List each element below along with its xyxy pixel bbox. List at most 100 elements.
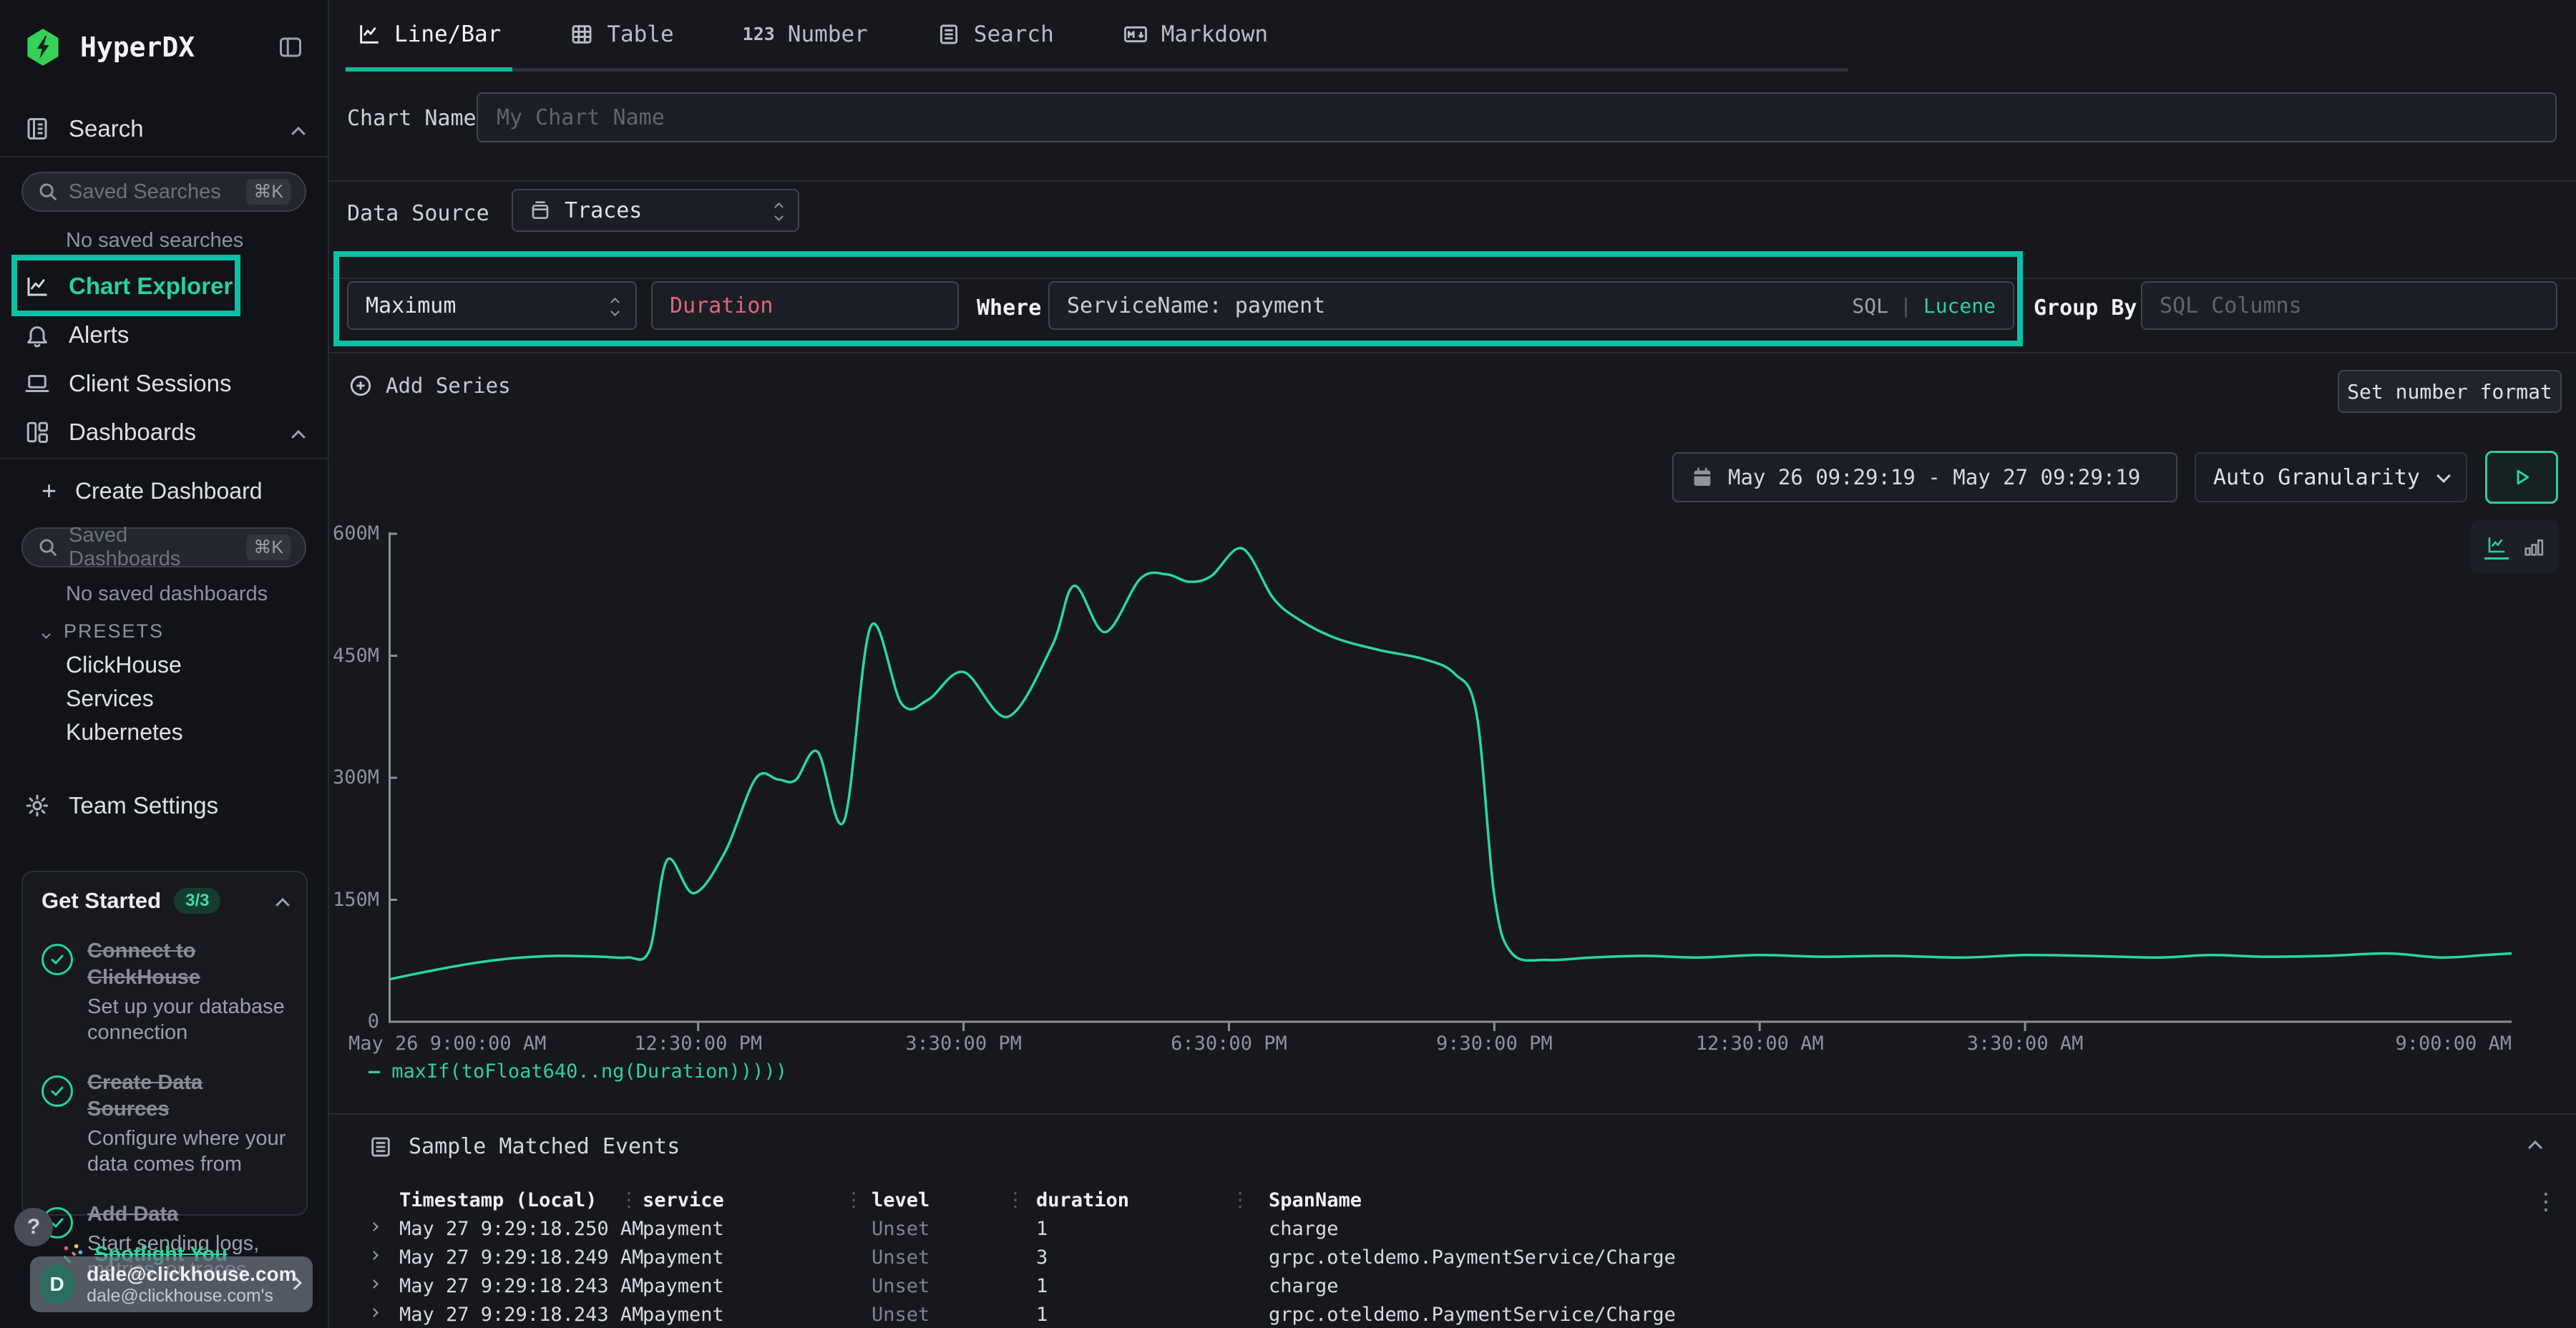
event-cell-level[interactable]: Unset [872, 1246, 930, 1269]
y-axis-tick-label: 450M [329, 645, 379, 667]
expand-row-chevron[interactable] [371, 1221, 377, 1234]
field-select[interactable]: Duration [651, 281, 959, 330]
run-query-button[interactable] [2485, 451, 2558, 504]
expand-row-chevron[interactable] [371, 1278, 377, 1291]
column-resize-handle[interactable]: ⋮ [1005, 1188, 1025, 1211]
lucene-mode-toggle[interactable]: Lucene [1923, 294, 1996, 318]
aggregation-select[interactable]: Maximum [347, 281, 637, 330]
set-number-format-label: Set number format [2347, 380, 2552, 404]
column-resize-handle[interactable]: ⋮ [844, 1188, 864, 1211]
search-icon [37, 181, 59, 202]
event-cell-duration[interactable]: 1 [1036, 1218, 1048, 1240]
event-cell-ts[interactable]: May 27 9:29:18.249 AM [399, 1246, 643, 1269]
sidebar-item-client-sessions[interactable]: Client Sessions [0, 363, 328, 404]
sidebar-item-chart-explorer[interactable]: Chart Explorer [0, 266, 328, 306]
sidebar-item-dashboards[interactable]: Dashboards [0, 412, 328, 452]
get-started-title: Get Started [42, 888, 161, 914]
event-cell-span[interactable]: grpc.oteldemo.PaymentService/Charge [1269, 1304, 1676, 1326]
event-cell-service[interactable]: payment [643, 1246, 724, 1269]
group-by-input[interactable] [2160, 293, 2539, 318]
saved-dashboards-input[interactable]: Saved Dashboards ⌘K [21, 527, 306, 567]
date-range-picker[interactable]: May 26 09:29:19 - May 27 09:29:19 [1672, 452, 2177, 502]
event-cell-span[interactable]: grpc.oteldemo.PaymentService/Charge [1269, 1246, 1676, 1269]
tab-table[interactable]: Table [558, 0, 685, 68]
get-started-item-title: Connect to ClickHouse [87, 938, 288, 991]
col-header-service[interactable]: service [643, 1189, 724, 1211]
col-header-spanname[interactable]: SpanName [1269, 1189, 1362, 1211]
add-series-button[interactable]: Add Series [348, 374, 511, 398]
event-cell-service[interactable]: payment [643, 1275, 724, 1297]
expand-row-chevron[interactable] [371, 1307, 377, 1319]
col-header-level[interactable]: level [872, 1189, 930, 1211]
preset-services[interactable]: Services [0, 682, 328, 715]
sidebar-item-search[interactable]: Search [0, 109, 328, 149]
add-series-label: Add Series [386, 374, 511, 398]
event-cell-duration[interactable]: 1 [1036, 1304, 1048, 1326]
get-started-card: Get Started 3/3 Connect to ClickHouse Se… [21, 871, 308, 1216]
sidebar-item-team-settings[interactable]: Team Settings [0, 786, 328, 826]
table-options-icon[interactable]: ⋮ [2534, 1188, 2557, 1215]
event-cell-span[interactable]: charge [1269, 1275, 1339, 1297]
chevron-right-icon [290, 1278, 300, 1292]
divider [329, 352, 2576, 353]
y-axis-tick-label: 600M [329, 522, 379, 545]
tab-markdown[interactable]: Markdown [1111, 0, 1279, 68]
event-cell-duration[interactable]: 1 [1036, 1275, 1048, 1297]
column-resize-handle[interactable]: ⋮ [619, 1188, 639, 1211]
event-cell-level[interactable]: Unset [872, 1218, 930, 1240]
sql-mode-toggle[interactable]: SQL [1852, 294, 1888, 318]
no-saved-dashboards-note: No saved dashboards [66, 582, 268, 606]
event-cell-service[interactable]: payment [643, 1304, 724, 1326]
event-cell-ts[interactable]: May 27 9:29:18.250 AM [399, 1218, 643, 1240]
saved-searches-input[interactable]: Saved Searches ⌘K [21, 172, 306, 212]
preset-clickhouse[interactable]: ClickHouse [0, 648, 328, 681]
sidebar: HyperDX Search [0, 0, 329, 1328]
sidebar-item-label: Client Sessions [69, 370, 231, 397]
column-resize-handle[interactable]: ⋮ [1230, 1188, 1250, 1211]
user-menu[interactable]: D dale@clickhouse.com dale@clickhouse.co… [30, 1256, 313, 1312]
sidebar-item-alerts[interactable]: Alerts [0, 315, 328, 355]
bar-view-toggle[interactable] [2523, 536, 2545, 557]
group-by-field[interactable] [2141, 281, 2557, 330]
event-cell-duration[interactable]: 3 [1036, 1246, 1048, 1269]
chart-type-tabs: Line/Bar Table 123 Number [346, 0, 1848, 72]
event-cell-level[interactable]: Unset [872, 1304, 930, 1326]
get-started-item[interactable]: Create Data Sources Configure where your… [42, 1070, 288, 1177]
help-label: ? [27, 1215, 40, 1239]
presets-toggle[interactable]: PRESETS [0, 614, 328, 648]
table-icon [570, 22, 594, 47]
tab-line-bar[interactable]: Line/Bar [346, 0, 512, 68]
line-chart[interactable] [389, 528, 2512, 1038]
set-number-format-button[interactable]: Set number format [2338, 370, 2562, 413]
granularity-select[interactable]: Auto Granularity [2195, 452, 2467, 502]
sidebar-item-label: Alerts [69, 321, 129, 348]
collapse-events-chevron[interactable] [2530, 1141, 2540, 1154]
chart-explorer-icon [24, 273, 50, 299]
event-cell-service[interactable]: payment [643, 1218, 724, 1240]
col-header-duration[interactable]: duration [1036, 1189, 1129, 1211]
col-header-timestamp[interactable]: Timestamp (Local) [399, 1189, 597, 1211]
sidebar-collapse-icon[interactable] [278, 34, 303, 60]
get-started-item[interactable]: Connect to ClickHouse Set up your databa… [42, 938, 288, 1045]
help-button[interactable]: ? [14, 1208, 53, 1246]
event-cell-level[interactable]: Unset [872, 1275, 930, 1297]
chart-name-label: Chart Name [347, 106, 477, 131]
tab-number[interactable]: 123 Number [731, 0, 879, 68]
event-cell-ts[interactable]: May 27 9:29:18.243 AM [399, 1304, 643, 1326]
expand-row-chevron[interactable] [371, 1249, 377, 1262]
tab-label: Number [788, 21, 868, 47]
sample-events-title: Sample Matched Events [409, 1134, 680, 1159]
chevron-up-icon[interactable] [293, 419, 303, 446]
tab-search[interactable]: Search [925, 0, 1065, 68]
chart-name-field[interactable] [477, 92, 2557, 142]
where-input[interactable]: ServiceName: payment SQL | Lucene [1048, 281, 2014, 330]
preset-kubernetes[interactable]: Kubernetes [0, 716, 328, 748]
event-cell-span[interactable]: charge [1269, 1218, 1339, 1240]
chevron-up-icon[interactable] [293, 115, 303, 142]
chart-legend[interactable]: — maxIf(toFloat640..ng(Duration))))) [369, 1060, 787, 1083]
chevron-up-icon[interactable] [278, 888, 288, 914]
event-cell-ts[interactable]: May 27 9:29:18.243 AM [399, 1275, 643, 1297]
create-dashboard-button[interactable]: + Create Dashboard [0, 471, 328, 511]
data-source-select[interactable]: Traces [512, 189, 799, 232]
chart-name-input[interactable] [497, 105, 2537, 130]
